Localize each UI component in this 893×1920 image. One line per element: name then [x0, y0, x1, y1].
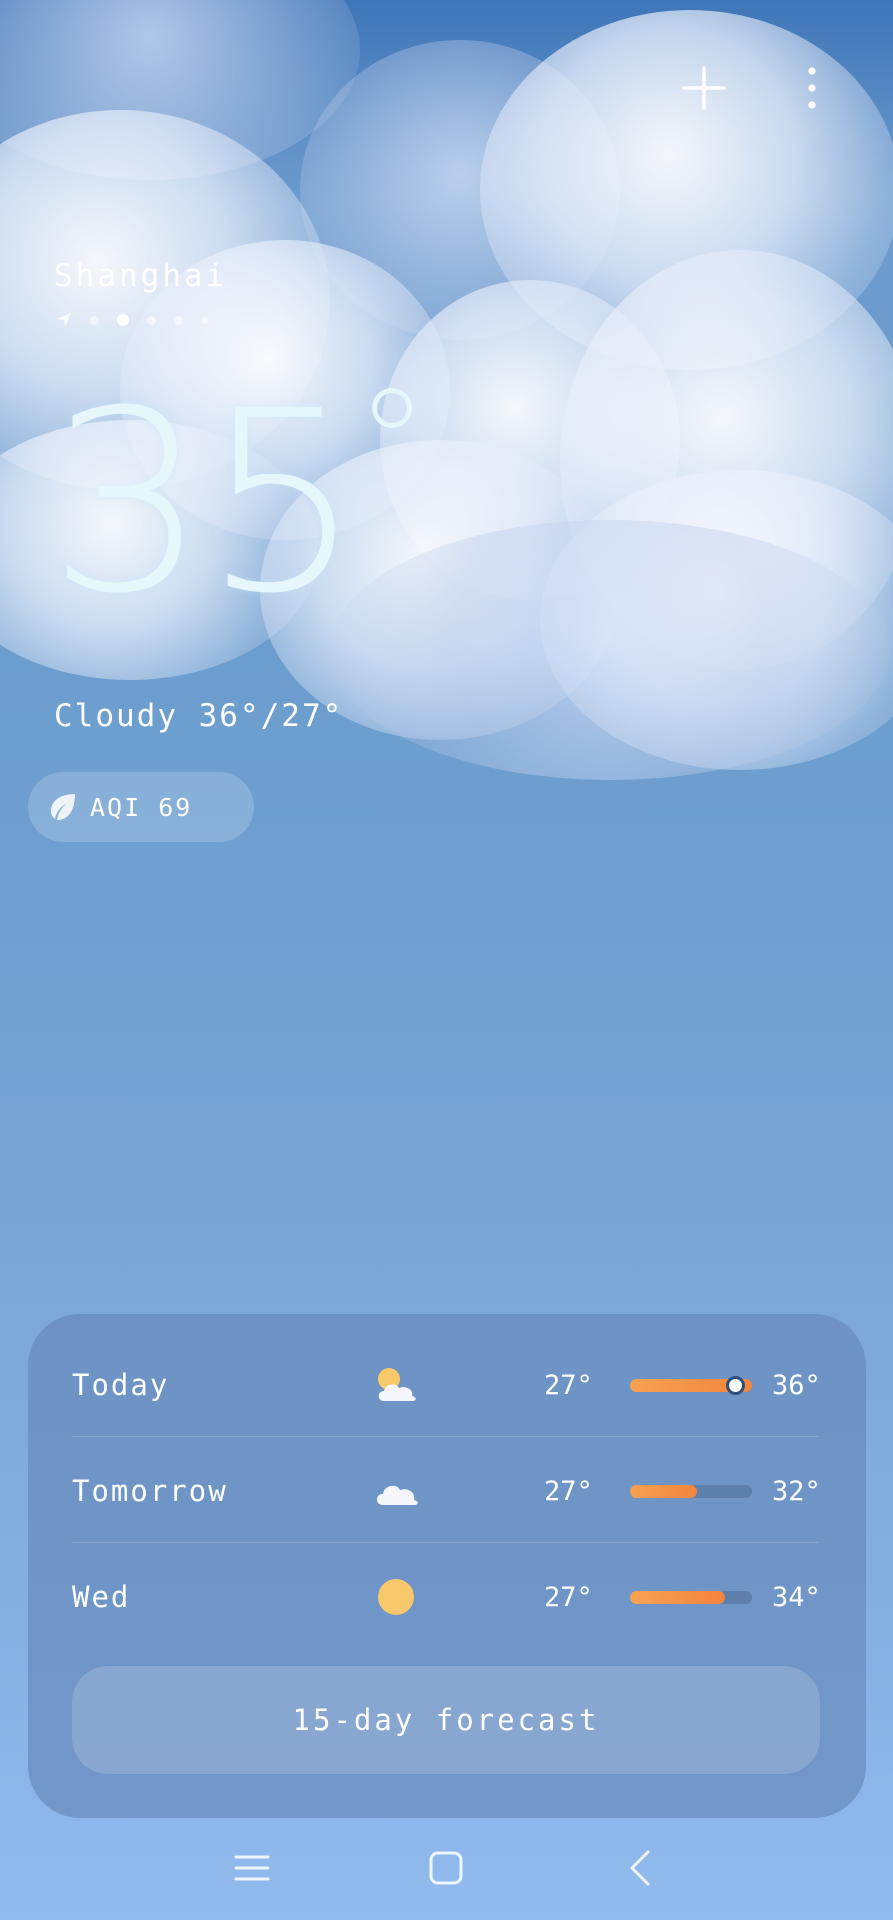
low-temp: 27°	[544, 1369, 593, 1401]
forecast-row-tomorrow[interactable]: Tomorrow 27° 32°	[72, 1438, 821, 1544]
temp-range-bar	[630, 1375, 752, 1395]
more-options-button[interactable]	[780, 56, 844, 120]
15-day-forecast-button[interactable]: 15-day forecast	[72, 1666, 820, 1774]
condition-and-range: Cloudy 36°/27°	[54, 698, 344, 734]
page-dot	[174, 315, 183, 325]
partly-cloudy-icon	[378, 1368, 416, 1401]
sun-icon	[378, 1579, 414, 1615]
forecast-card: Today 27° 36° Tomorrow 27° 32° Wed 27° 3…	[28, 1314, 866, 1818]
plus-icon	[682, 66, 726, 110]
city-page-indicator[interactable]	[56, 312, 208, 328]
forecast-row-today[interactable]: Today 27° 36°	[72, 1332, 821, 1438]
aqi-chip[interactable]: AQI 69	[28, 772, 254, 842]
page-dot	[147, 315, 156, 325]
sky-background	[0, 0, 893, 200]
leaf-icon	[51, 794, 75, 820]
nav-home-button[interactable]	[416, 1838, 476, 1898]
low-temp: 27°	[544, 1475, 593, 1507]
high-temp: 32°	[772, 1475, 821, 1507]
cloud-icon	[377, 1485, 418, 1505]
row-divider	[72, 1542, 818, 1543]
page-dot-active	[117, 314, 129, 326]
temp-range-bar	[630, 1590, 752, 1604]
day-name: Tomorrow	[72, 1474, 228, 1508]
temp-range-fill	[630, 1484, 698, 1498]
nav-recents-button[interactable]	[222, 1838, 282, 1898]
chevron-left-icon	[630, 1850, 650, 1886]
row-divider	[72, 1436, 818, 1437]
more-vertical-icon	[808, 67, 816, 109]
square-home-icon	[429, 1851, 463, 1885]
temp-range-fill	[630, 1590, 726, 1604]
current-temperature: 35	[48, 357, 362, 648]
navigation-arrow-icon	[57, 313, 71, 327]
day-name: Today	[72, 1368, 170, 1402]
temp-range-bar	[630, 1484, 752, 1498]
low-temp: 27°	[544, 1581, 593, 1613]
day-name: Wed	[72, 1580, 131, 1614]
forecast-row-wed[interactable]: Wed 27° 34°	[72, 1544, 821, 1650]
menu-lines-icon	[234, 1855, 270, 1881]
page-dot	[201, 316, 208, 324]
current-temp-marker	[725, 1375, 745, 1395]
nav-back-button[interactable]	[610, 1838, 670, 1898]
degree-symbol	[372, 388, 412, 428]
high-temp: 36°	[772, 1369, 821, 1401]
add-city-button[interactable]	[672, 56, 736, 120]
page-dot	[90, 315, 99, 325]
city-name: Shanghai	[54, 258, 228, 294]
weather-screen: Shanghai 35 Cloudy 36°/27° AQI 69 Today …	[0, 0, 893, 1920]
aqi-label: AQI 69	[90, 792, 193, 822]
high-temp: 34°	[772, 1581, 821, 1613]
